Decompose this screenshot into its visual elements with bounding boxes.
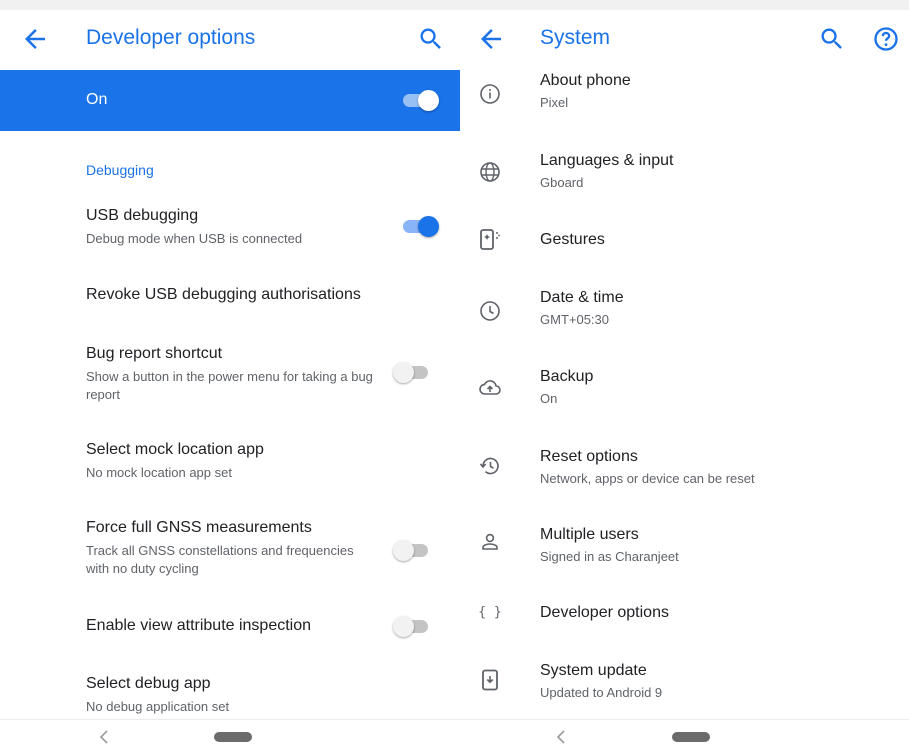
help-icon[interactable] bbox=[872, 25, 902, 55]
force-gnss-switch[interactable] bbox=[393, 539, 431, 561]
setting-summary: Pixel bbox=[540, 95, 569, 110]
clock-icon bbox=[478, 299, 502, 323]
setting-title: Languages & input bbox=[540, 152, 674, 169]
setting-about-phone[interactable]: About phone Pixel bbox=[460, 72, 909, 122]
svg-text:{ }: { } bbox=[478, 605, 501, 620]
setting-title: Gestures bbox=[540, 231, 605, 248]
setting-summary: Show a button in the power menu for taki… bbox=[86, 369, 373, 402]
setting-title: Enable view attribute inspection bbox=[86, 617, 312, 634]
setting-title: Developer options bbox=[540, 604, 669, 621]
bug-report-shortcut-switch[interactable] bbox=[393, 361, 431, 383]
setting-title: Revoke USB debugging authorisations bbox=[86, 286, 361, 303]
setting-summary: No mock location app set bbox=[86, 465, 232, 480]
setting-languages-input[interactable]: Languages & input Gboard bbox=[460, 150, 909, 202]
setting-summary: No debug application set bbox=[86, 699, 230, 714]
navigation-bar bbox=[460, 719, 909, 753]
setting-gestures[interactable]: Gestures bbox=[460, 225, 909, 257]
setting-revoke-usb-authorisations[interactable]: Revoke USB debugging authorisations bbox=[0, 280, 460, 312]
setting-title: Bug report shortcut bbox=[86, 345, 223, 362]
setting-title: Multiple users bbox=[540, 526, 639, 543]
search-icon[interactable] bbox=[818, 25, 848, 55]
section-header-debugging: Debugging bbox=[86, 162, 154, 178]
setting-reset-options[interactable]: Reset options Network, apps or device ca… bbox=[460, 446, 909, 498]
app-bar: System bbox=[460, 10, 909, 70]
setting-bug-report-shortcut[interactable]: Bug report shortcut Show a button in the… bbox=[0, 338, 460, 408]
setting-summary: GMT+05:30 bbox=[540, 312, 610, 327]
setting-title: Force full GNSS measurements bbox=[86, 519, 312, 536]
setting-summary: On bbox=[540, 391, 558, 406]
nav-home-pill[interactable] bbox=[214, 732, 252, 742]
master-switch-bar[interactable]: On bbox=[0, 70, 460, 131]
navigation-bar bbox=[0, 719, 460, 753]
system-screen: System About phone Pixel Languages & inp… bbox=[460, 0, 909, 753]
back-arrow-icon[interactable] bbox=[476, 24, 506, 54]
setting-summary: Gboard bbox=[540, 175, 584, 190]
setting-developer-options[interactable]: { } Developer options bbox=[460, 598, 909, 630]
setting-system-update[interactable]: System update Updated to Android 9 bbox=[460, 660, 909, 712]
setting-title: Select debug app bbox=[86, 675, 211, 692]
master-toggle-switch[interactable] bbox=[401, 89, 439, 111]
setting-force-full-gnss[interactable]: Force full GNSS measurements Track all G… bbox=[0, 512, 460, 582]
nav-back-icon[interactable] bbox=[98, 730, 110, 744]
braces-icon: { } bbox=[478, 600, 502, 624]
setting-title: Select mock location app bbox=[86, 441, 264, 458]
usb-debugging-switch[interactable] bbox=[401, 215, 439, 237]
globe-icon bbox=[478, 160, 502, 184]
setting-title: Backup bbox=[540, 368, 594, 385]
setting-summary: Debug mode when USB is connected bbox=[86, 231, 303, 246]
view-attribute-inspection-switch[interactable] bbox=[393, 615, 431, 637]
setting-select-mock-location-app[interactable]: Select mock location app No mock locatio… bbox=[0, 434, 460, 486]
back-arrow-icon[interactable] bbox=[20, 24, 50, 54]
setting-enable-view-attribute-inspection[interactable]: Enable view attribute inspection bbox=[0, 610, 460, 642]
setting-summary: Updated to Android 9 bbox=[540, 685, 663, 700]
search-icon[interactable] bbox=[417, 25, 447, 55]
setting-multiple-users[interactable]: Multiple users Signed in as Charanjeet bbox=[460, 524, 909, 576]
setting-title: System update bbox=[540, 662, 647, 679]
setting-date-time[interactable]: Date & time GMT+05:30 bbox=[460, 287, 909, 339]
developer-options-screen: Developer options On Debugging USB debug… bbox=[0, 0, 460, 753]
setting-backup[interactable]: Backup On bbox=[460, 366, 909, 418]
setting-title: Date & time bbox=[540, 289, 624, 306]
nav-back-icon[interactable] bbox=[555, 730, 567, 744]
status-bar bbox=[0, 0, 460, 10]
nav-home-pill[interactable] bbox=[672, 732, 710, 742]
setting-title: About phone bbox=[540, 72, 631, 89]
person-icon bbox=[478, 530, 502, 554]
page-title: Developer options bbox=[86, 26, 256, 49]
gestures-icon bbox=[478, 227, 502, 251]
status-bar bbox=[460, 0, 909, 10]
cloud-upload-icon bbox=[478, 376, 502, 400]
system-update-icon bbox=[478, 668, 502, 692]
master-switch-label: On bbox=[86, 91, 108, 108]
setting-select-debug-app[interactable]: Select debug app No debug application se… bbox=[0, 668, 460, 718]
page-title: System bbox=[540, 26, 611, 49]
setting-title: Reset options bbox=[540, 448, 638, 465]
setting-summary: Signed in as Charanjeet bbox=[540, 549, 679, 564]
setting-usb-debugging[interactable]: USB debugging Debug mode when USB is con… bbox=[0, 200, 460, 260]
info-icon bbox=[478, 82, 502, 106]
restore-icon bbox=[478, 454, 502, 478]
setting-summary: Track all GNSS constellations and freque… bbox=[86, 543, 354, 576]
setting-title: USB debugging bbox=[86, 207, 199, 224]
app-bar: Developer options bbox=[0, 10, 460, 70]
setting-summary: Network, apps or device can be reset bbox=[540, 471, 755, 486]
